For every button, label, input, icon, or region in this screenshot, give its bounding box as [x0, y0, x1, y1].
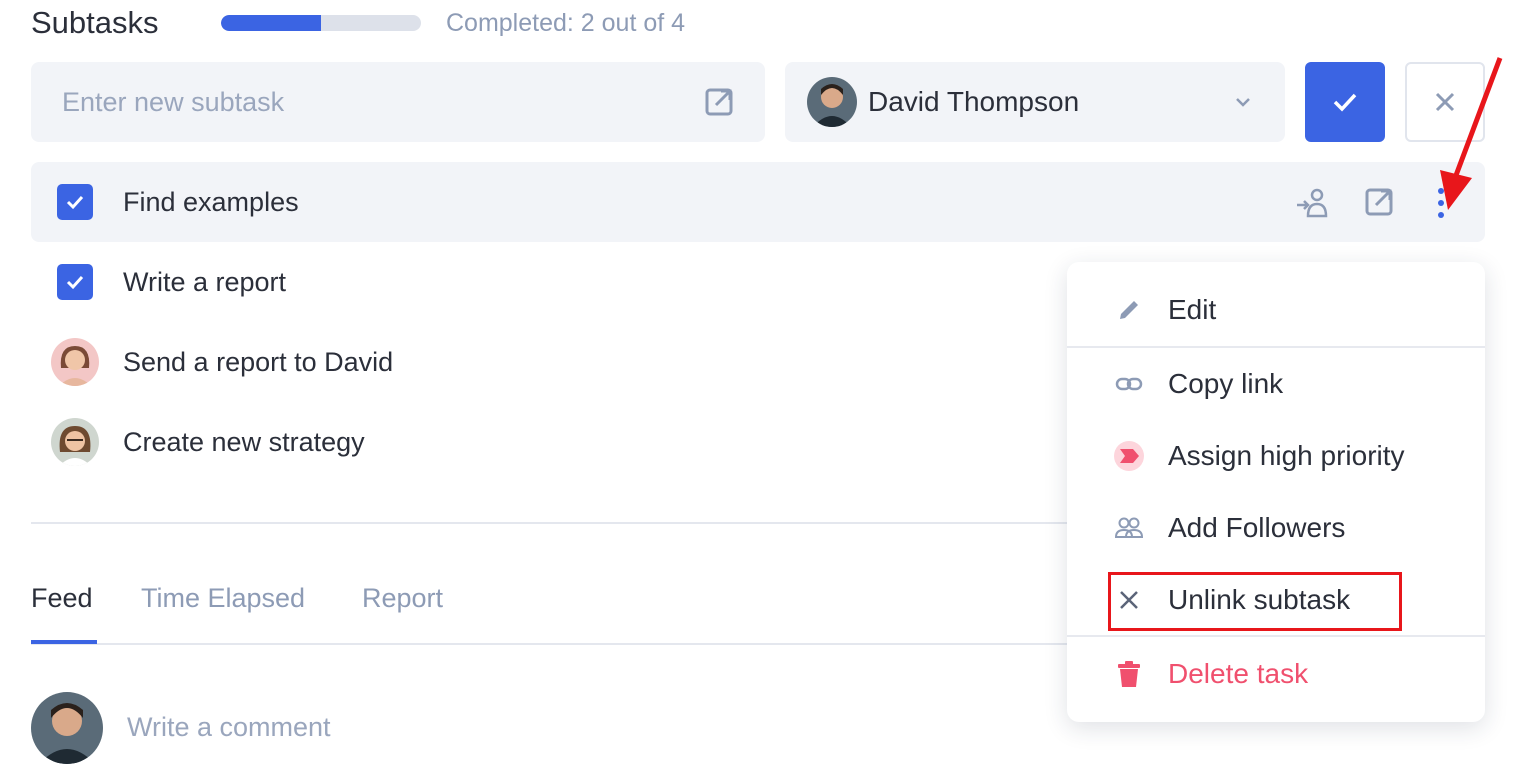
menu-item-assign-high-priority[interactable]: Assign high priority [1067, 426, 1485, 486]
external-link-icon[interactable] [702, 85, 736, 119]
menu-label: Copy link [1168, 368, 1284, 399]
followers-icon [1113, 512, 1145, 544]
menu-item-edit[interactable]: Edit [1067, 280, 1485, 340]
menu-item-copy-link[interactable]: Copy link [1067, 354, 1485, 414]
subtask-label[interactable]: Create new strategy [123, 425, 365, 459]
assignee-avatar [807, 77, 857, 127]
assign-user-icon[interactable] [1295, 185, 1331, 221]
subtask-label[interactable]: Write a report [123, 265, 286, 299]
menu-label: Add Followers [1168, 512, 1346, 543]
progress-fill [221, 15, 321, 31]
section-divider [31, 522, 1071, 524]
tab-feed[interactable]: Feed [31, 580, 93, 616]
subtask-label[interactable]: Find examples [123, 185, 299, 219]
menu-label: Assign high priority [1168, 440, 1405, 471]
menu-separator [1067, 635, 1485, 637]
priority-flag-icon [1113, 440, 1145, 472]
check-icon [1333, 93, 1357, 112]
tabs-baseline [31, 643, 1071, 645]
progress-text: Completed: 2 out of 4 [446, 9, 686, 37]
subtask-checkbox[interactable] [57, 184, 93, 220]
new-subtask-placeholder: Enter new subtask [62, 87, 285, 117]
tab-report[interactable]: Report [362, 580, 443, 616]
external-link-icon[interactable] [1362, 185, 1396, 219]
tab-time-elapsed[interactable]: Time Elapsed [141, 580, 305, 616]
trash-icon [1113, 658, 1145, 690]
current-user-avatar [31, 692, 103, 764]
subtask-checkbox[interactable] [57, 264, 93, 300]
subtask-assignee-avatar [51, 338, 99, 386]
annotation-arrow [1440, 57, 1503, 210]
menu-item-delete-task[interactable]: Delete task [1067, 644, 1485, 704]
pencil-icon [1113, 294, 1145, 326]
assignee-name: David Thompson [868, 86, 1080, 117]
confirm-subtask-button[interactable] [1305, 62, 1385, 142]
menu-separator [1067, 346, 1485, 348]
subtasks-title: Subtasks [31, 5, 159, 40]
subtask-label[interactable]: Send a report to David [123, 345, 393, 379]
annotation-highlight-box [1108, 572, 1402, 631]
subtask-context-menu: Edit Copy link Assign high priority Add … [1067, 262, 1485, 722]
menu-label: Delete task [1168, 658, 1309, 689]
subtask-assignee-avatar [51, 418, 99, 466]
chevron-down-icon[interactable] [1233, 92, 1253, 112]
menu-item-add-followers[interactable]: Add Followers [1067, 498, 1485, 558]
active-tab-indicator [31, 640, 97, 644]
comment-input[interactable]: Write a comment [127, 709, 331, 745]
link-icon [1113, 368, 1145, 400]
menu-label: Edit [1168, 294, 1217, 325]
subtasks-progress-bar [221, 15, 421, 31]
